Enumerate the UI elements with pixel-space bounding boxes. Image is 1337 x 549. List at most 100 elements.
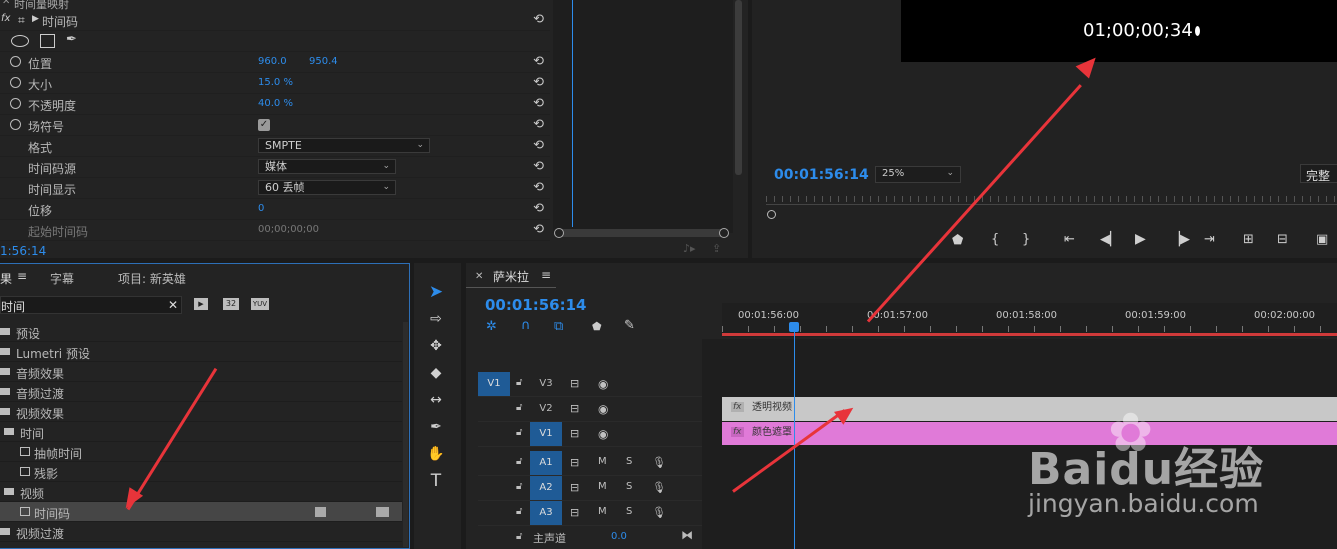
timeline-timecode[interactable]: 00:01:56:14 (485, 296, 587, 314)
wrench-icon[interactable]: ✎ (624, 318, 635, 333)
lock-icon[interactable]: 🔓︎ (516, 427, 522, 438)
step-back-icon[interactable]: ◀▏ (1100, 232, 1120, 247)
track-header[interactable]: 🔓︎ V1 ⊟ ◉ (478, 422, 702, 447)
track-target[interactable]: V1 (530, 422, 562, 446)
reset-icon[interactable]: ⟲ (533, 12, 544, 27)
checkbox[interactable]: ✓ (258, 119, 270, 131)
sequence-menu-icon[interactable]: ≡ (541, 268, 551, 282)
track-header[interactable]: 🔓︎ A3 ⊟ M S 🎙︎ (478, 501, 702, 526)
clear-search-icon[interactable]: ✕ (168, 298, 178, 312)
go-to-in-icon[interactable]: ⇤ (1064, 232, 1075, 247)
property-select[interactable]: 媒体 ⌄ (258, 159, 396, 174)
export-icon[interactable]: ⇪ (712, 242, 721, 255)
master-value[interactable]: 0.0 (611, 531, 627, 542)
step-forward-icon[interactable]: ▕▶ (1170, 232, 1190, 247)
slip-tool-icon[interactable]: ↔ (425, 389, 447, 411)
go-to-out-icon[interactable]: ⇥ (1204, 232, 1215, 247)
track-target[interactable]: V3 (530, 372, 562, 396)
tab-captions[interactable]: 字幕 (50, 270, 74, 287)
play-audio-icon[interactable]: ♪▸ (683, 242, 696, 255)
track-header[interactable]: 🔓︎ A1 ⊟ M S 🎙︎ (478, 451, 702, 476)
reset-icon[interactable]: ⟲ (533, 96, 544, 111)
expand-chevron-icon[interactable]: ▶ (32, 14, 39, 24)
mark-in-icon[interactable]: { (991, 232, 999, 247)
track-header[interactable]: V1 🔓︎ V3 ⊟ ◉ (478, 372, 702, 397)
ellipse-mask-icon[interactable] (11, 35, 29, 47)
mark-out-icon[interactable]: } (1022, 232, 1030, 247)
ripple-edit-tool-icon[interactable]: ✥ (425, 335, 447, 357)
toggle-sync-icon[interactable]: ⊟ (570, 481, 579, 494)
snap-icon[interactable]: ∩ (521, 318, 531, 333)
effects-list-item[interactable]: 视频过渡 (0, 522, 402, 542)
program-timecode[interactable]: 00:01:56:14 (774, 167, 869, 183)
lock-icon[interactable]: 🔓︎ (516, 531, 522, 542)
sequence-name[interactable]: 萨米拉 (493, 268, 529, 285)
lock-icon[interactable]: 🔓︎ (516, 506, 522, 517)
effects-list-item[interactable]: Lumetri 预设 (0, 342, 402, 362)
tab-effects[interactable]: 果 (0, 270, 12, 287)
32bit-icon[interactable]: 32 (223, 298, 239, 310)
effect-property-row[interactable]: 时间码源 媒体 ⌄ ⟲ (0, 157, 550, 178)
timeline-playhead-handle[interactable] (789, 322, 799, 332)
monitor-playhead-handle[interactable] (767, 210, 776, 219)
property-value[interactable]: 00;00;00;00 (258, 224, 319, 235)
solo-button[interactable]: S (626, 506, 632, 517)
effects-list-item[interactable]: 残影 (0, 462, 402, 482)
zoom-select[interactable]: 25% ⌄ (875, 166, 961, 183)
reset-icon[interactable]: ⟲ (533, 159, 544, 174)
reset-icon[interactable]: ⟲ (533, 201, 544, 216)
property-value[interactable]: 40.0 % (258, 98, 293, 109)
effect-property-row[interactable]: 位移 0 ⟲ (0, 199, 550, 220)
nest-icon[interactable]: ✲ (486, 319, 497, 334)
property-select[interactable]: 60 丢帧 ⌄ (258, 180, 396, 195)
reset-icon[interactable]: ⟲ (533, 138, 544, 153)
vertical-scrollbar[interactable] (735, 0, 742, 175)
yuv-icon[interactable]: YUV (251, 298, 269, 310)
mute-button[interactable]: M (598, 456, 607, 467)
reset-icon[interactable]: ⟲ (533, 54, 544, 69)
toggle-sync-icon[interactable]: ⊟ (570, 377, 579, 390)
effect-property-row[interactable]: 不透明度 40.0 % ⟲ (0, 94, 550, 115)
effects-list-item[interactable]: 视频 (0, 482, 402, 502)
microphone-icon[interactable]: 🎙︎ (652, 506, 666, 519)
stopwatch-icon[interactable] (10, 98, 21, 109)
marker-icon[interactable]: ⬟ (952, 233, 963, 248)
property-select[interactable]: SMPTE ⌄ (258, 138, 430, 153)
toggle-sync-icon[interactable]: ⊟ (570, 427, 579, 440)
camera-icon[interactable]: ▣ (1316, 232, 1328, 247)
search-input[interactable]: 时间 ✕ (0, 296, 182, 314)
close-sequence-icon[interactable]: ✕ (475, 271, 483, 282)
monitor-ruler[interactable] (766, 190, 1337, 210)
effect-property-row[interactable]: 格式 SMPTE ⌄ ⟲ (0, 136, 550, 157)
toggle-sync-icon[interactable]: ⊟ (570, 456, 579, 469)
mute-button[interactable]: M (598, 506, 607, 517)
effects-list-item[interactable]: 音频效果 (0, 362, 402, 382)
effects-scrollbar[interactable] (403, 322, 408, 547)
effect-property-row[interactable]: 时间显示 60 丢帧 ⌄ ⟲ (0, 178, 550, 199)
solo-button[interactable]: S (626, 456, 632, 467)
add-marker-icon[interactable]: ⬟ (592, 320, 602, 333)
hand-tool-icon[interactable]: ✋ (425, 443, 447, 465)
effect-property-row[interactable]: 大小 15.0 % ⟲ (0, 73, 550, 94)
property-value-2[interactable]: 950.4 (309, 56, 338, 67)
effect-property-row[interactable]: 场符号 ✓ ⟲ (0, 115, 550, 136)
effects-list-item[interactable]: 预设 (0, 322, 402, 342)
track-target[interactable]: A2 (530, 476, 562, 500)
effect-property-row[interactable]: 位置 960.0 950.4 ⟲ (0, 52, 550, 73)
extract-icon[interactable]: ⊟ (1277, 232, 1288, 247)
eye-icon[interactable]: ◉ (598, 402, 608, 416)
reset-icon[interactable]: ⟲ (533, 222, 544, 237)
master-expand-icon[interactable]: ⧓ (681, 528, 693, 542)
selection-tool-icon[interactable]: ➤ (425, 281, 447, 303)
tab-project[interactable]: 项目: 新英雄 (118, 270, 186, 287)
play-icon[interactable]: ▶ (1135, 231, 1146, 247)
effect-property-row[interactable]: 起始时间码 00;00;00;00 ⟲ (0, 220, 550, 241)
track-target[interactable]: A1 (530, 451, 562, 475)
work-area-bar[interactable] (722, 333, 1337, 336)
microphone-icon[interactable]: 🎙︎ (652, 481, 666, 494)
toggle-sync-icon[interactable]: ⊟ (570, 402, 579, 415)
property-value[interactable]: 15.0 % (258, 77, 293, 88)
track-header[interactable]: 🔓︎ V2 ⊟ ◉ (478, 397, 702, 422)
type-tool-icon[interactable]: T (425, 470, 447, 492)
reset-icon[interactable]: ⟲ (533, 180, 544, 195)
